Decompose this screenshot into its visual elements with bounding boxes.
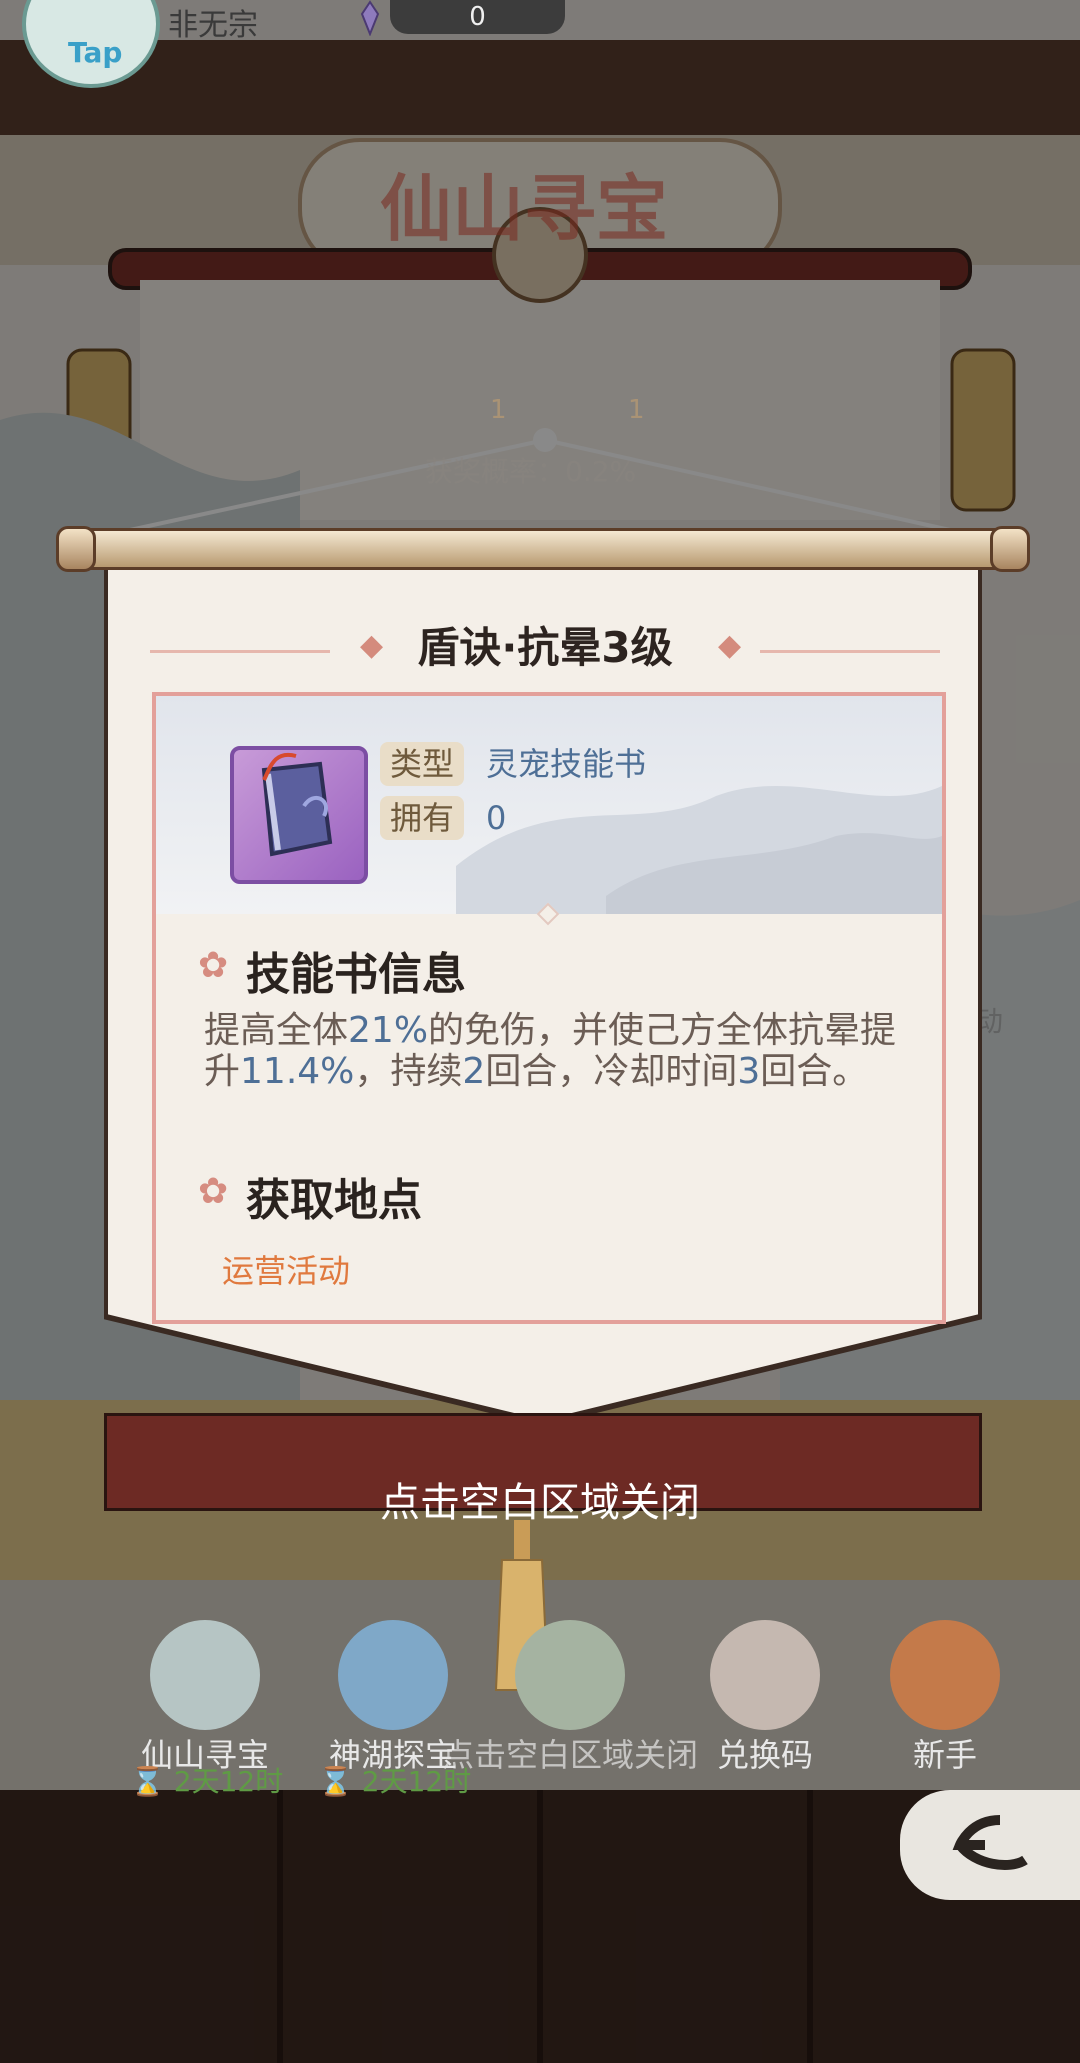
- ornament-right-icon: ◆: [718, 628, 742, 663]
- flower-icon: ✿: [198, 1171, 229, 1212]
- top-bar: Tap 非无宗 0: [0, 0, 1080, 88]
- item-detail-card: 类型 灵宠技能书 拥有 0 ✿ 技能书信息 提高全体21%的免伤，并使己方全体抗…: [152, 692, 946, 1324]
- source-heading: 获取地点: [246, 1175, 422, 1226]
- skill-info-heading: 技能书信息: [246, 949, 466, 1000]
- popup-title-row: ◆ 盾诀·抗晕3级 ◆: [150, 614, 940, 674]
- source-link[interactable]: 运营活动: [222, 1246, 350, 1292]
- menu-item-newbie[interactable]: 新手: [870, 1620, 1020, 1776]
- popup-title: 盾诀·抗晕3级: [417, 623, 673, 672]
- menu-timer: ⌛ 2天12时: [130, 1765, 284, 1798]
- back-arrow-icon: [952, 1815, 1028, 1870]
- redeem-icon: [710, 1620, 820, 1730]
- player-name: 非无宗: [168, 8, 258, 43]
- type-value: 灵宠技能书: [486, 745, 647, 783]
- gift-chest-icon: [890, 1620, 1000, 1730]
- skill-description: 提高全体21%的免伤，并使己方全体抗晕提升11.4%，持续2回合，冷却时间3回合…: [204, 1010, 897, 1092]
- item-summary: 类型 灵宠技能书 拥有 0: [156, 696, 942, 914]
- lake-icon: [338, 1620, 448, 1730]
- owned-label: 拥有: [380, 796, 464, 840]
- treasure-mountain-icon: [150, 1620, 260, 1730]
- banner-title: 仙山寻宝: [380, 166, 669, 251]
- owned-value: 0: [486, 799, 507, 837]
- menu-label: 兑换码: [716, 1736, 813, 1774]
- character-icon: [515, 1620, 625, 1730]
- rod-knob-left: [56, 526, 96, 572]
- scroll-rod: [72, 528, 1018, 570]
- flower-icon: ✿: [198, 945, 229, 986]
- avatar-badge: Tap: [68, 36, 123, 69]
- skill-book-icon: [230, 746, 368, 884]
- rod-knob-right: [990, 526, 1030, 572]
- title-divider-right: [760, 650, 940, 653]
- menu-item-close-echo: 点击空白区域关闭: [440, 1620, 700, 1776]
- back-button[interactable]: [900, 1790, 1080, 1900]
- currency-counter: 0: [390, 0, 565, 34]
- win-rate-text: 获奖概率：0.2%: [425, 455, 637, 488]
- currency-icon: [360, 0, 380, 36]
- menu-label: 点击空白区域关闭: [441, 1736, 698, 1774]
- item-count-1: 1: [490, 395, 507, 425]
- menu-label: 新手: [912, 1736, 977, 1774]
- type-label: 类型: [380, 742, 464, 786]
- menu-item-redeem[interactable]: 兑换码: [690, 1620, 840, 1776]
- menu-item-treasure[interactable]: 仙山寻宝: [130, 1620, 280, 1776]
- item-count-2: 1: [628, 395, 645, 425]
